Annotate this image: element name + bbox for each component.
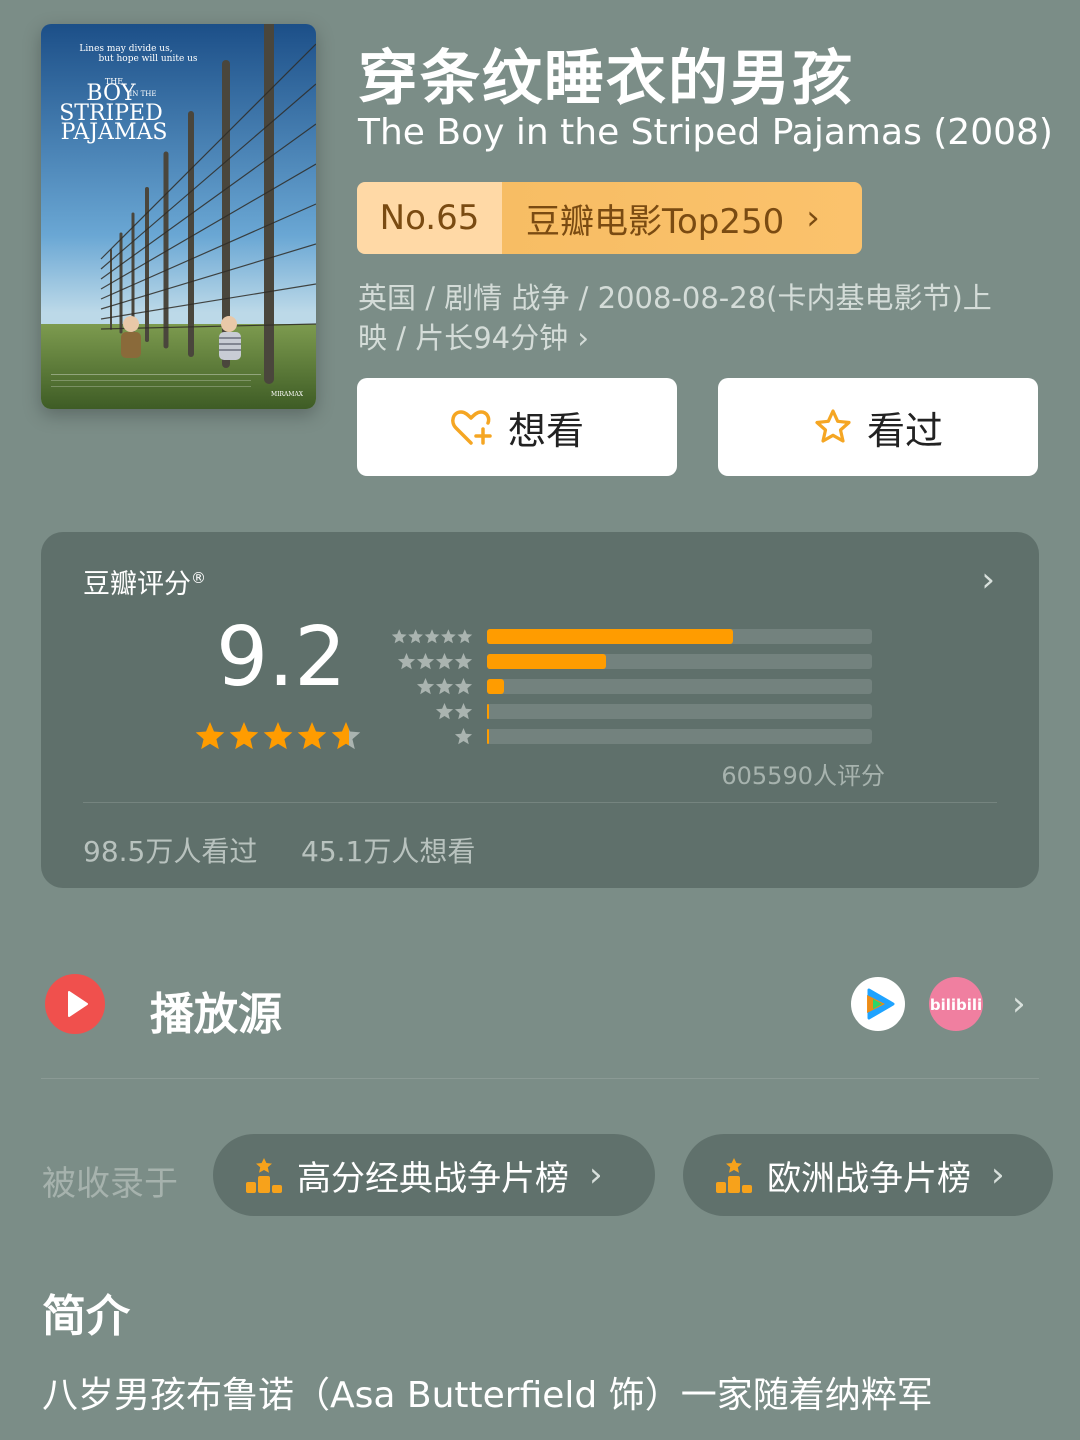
intro-text[interactable]: 八岁男孩布鲁诺（Asa Butterfield 饰）一家随着纳粹军 [42,1366,933,1418]
distribution-bar-fill [487,629,734,644]
distribution-bar-track [487,704,872,719]
rank-number: No.65 [357,182,502,254]
rank-list-label: 豆瓣电影Top250 [526,201,785,242]
distribution-bar-track [487,679,872,694]
collection-chip-war-classics[interactable]: 高分经典战争片榜 › [213,1134,655,1216]
distribution-bar-fill [487,729,489,744]
distribution-stars [391,652,487,672]
top250-rank-badge[interactable]: No.65 豆瓣电影Top250 › [357,182,862,254]
rating-score: 9.2 [216,610,347,705]
small-star-icon [435,677,454,694]
bilibili-icon[interactable]: bilibili [929,977,983,1031]
wish-count[interactable]: 45.1万人想看 [301,830,475,870]
collection-label: 高分经典战争片榜 [297,1158,569,1199]
divider [83,802,997,803]
score-star-icon [297,722,327,750]
distribution-bar-track [487,629,872,644]
chevron-right-icon[interactable]: › [1012,984,1026,1024]
chevron-right-icon[interactable]: › [981,560,995,600]
small-star-icon [454,652,473,669]
seen-label: 看过 [866,408,943,453]
rating-card[interactable]: 豆瓣评分® › 9.2 605590人评分 98.5万人看过 45.1万人想看 [41,532,1039,888]
small-star-icon [435,652,454,669]
small-star-icon [454,727,473,744]
distribution-bar-fill [487,704,489,719]
score-star-icon [195,722,225,750]
distribution-row [391,699,891,724]
ranking-podium-icon [716,1158,752,1193]
rating-count: 605590人评分 [721,762,885,790]
small-star-icon [441,628,456,643]
divider [41,1078,1039,1079]
chevron-right-icon: › [589,1155,603,1195]
ranking-podium-icon [246,1158,282,1193]
play-icon[interactable] [45,974,105,1034]
score-star-icon [263,722,293,750]
score-star-icon [229,722,259,750]
distribution-bar-fill [487,679,505,694]
collections-label: 被收录于 [42,1164,178,1204]
chevron-right-icon: › [991,1155,1005,1195]
meta-line-1: 英国 / 剧情 战争 / 2008-08-28(卡内基电影节)上 [358,281,992,315]
small-star-icon [397,652,416,669]
star-outline-icon [815,409,851,443]
small-star-icon [391,628,407,643]
distribution-row [391,649,891,674]
want-to-watch-button[interactable]: 想看 [357,378,677,476]
registered-mark: ® [191,569,206,587]
distribution-bar-fill [487,654,607,669]
watched-button[interactable]: 看过 [718,378,1038,476]
play-source-title[interactable]: 播放源 [150,978,282,1042]
score-star-icon [331,722,361,750]
poster-studio: MIRAMAX [271,391,304,398]
collection-label: 欧洲战争片榜 [767,1158,971,1199]
distribution-stars [391,727,487,747]
distribution-bar-track [487,729,872,744]
small-star-icon [416,652,435,669]
distribution-row [391,674,891,699]
distribution-stars [391,677,487,697]
poster-title-inthe: IN THE [130,90,157,98]
seen-count[interactable]: 98.5万人看过 [83,830,257,870]
chevron-right-icon: › [806,198,820,238]
poster-tagline-2: but hope will unite us [98,54,197,64]
intro-title: 简介 [42,1291,130,1342]
movie-title-cn: 穿条纹睡衣的男孩 [358,44,854,114]
want-label: 想看 [507,408,584,453]
distribution-stars [391,702,487,722]
bilibili-text: bilibili [930,996,982,1014]
small-star-icon [457,628,473,643]
tencent-video-icon[interactable] [851,977,905,1031]
movie-title-en: The Boy in the Striped Pajamas (2008) [358,112,1053,153]
rank-list-link: 豆瓣电影Top250 › [502,182,862,254]
poster-title-pajamas: PAJAMAS [61,120,168,145]
distribution-row [391,624,891,649]
distribution-row [391,724,891,749]
poster-tagline-1: Lines may divide us, [79,44,172,54]
small-star-icon [416,677,435,694]
rating-title-text: 豆瓣评分 [83,569,191,600]
small-star-icon [454,702,473,719]
movie-poster[interactable]: Lines may divide us, but hope will unite… [41,24,316,409]
movie-meta[interactable]: 英国 / 剧情 战争 / 2008-08-28(卡内基电影节)上 映 / 片长9… [358,278,1038,358]
rating-title: 豆瓣评分® [83,562,206,601]
distribution-stars [391,627,487,647]
small-star-icon [424,628,440,643]
small-star-icon [408,628,423,643]
collection-chip-european-war[interactable]: 欧洲战争片榜 › [683,1134,1053,1216]
small-star-icon [435,702,454,719]
score-stars [195,722,361,750]
rating-distribution [391,624,891,749]
distribution-bar-track [487,654,872,669]
small-star-icon [454,677,473,694]
meta-line-2: 映 / 片长94分钟 › [358,321,589,355]
heart-plus-icon [451,410,492,445]
